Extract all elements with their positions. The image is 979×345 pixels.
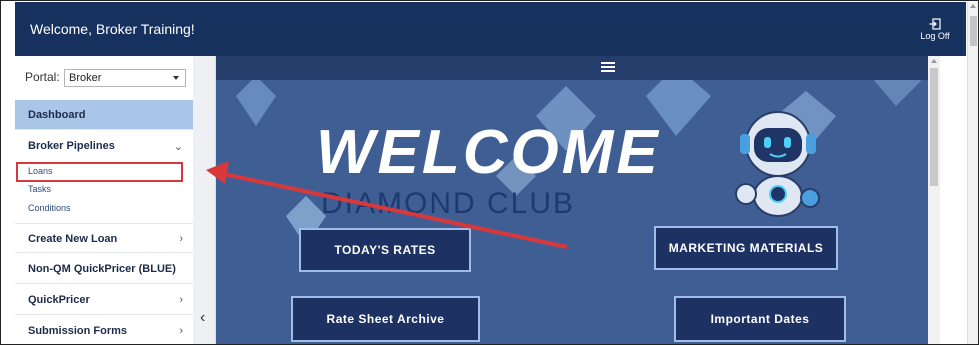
chevron-right-icon: ›: [179, 294, 183, 306]
rate-sheet-archive-button[interactable]: Rate Sheet Archive: [291, 296, 480, 342]
main-topbar: [216, 56, 928, 80]
content-scrollbar[interactable]: [928, 56, 940, 344]
sidebar-item-dashboard[interactable]: Dashboard: [15, 100, 193, 130]
sidebar-collapse-strip: ‹: [193, 56, 216, 344]
banner-subtitle: DIAMOND CLUB: [321, 187, 576, 220]
scrollbar-thumb[interactable]: [930, 68, 938, 186]
sidebar-item-label: Submission Forms: [28, 325, 128, 337]
chevron-right-icon: ›: [179, 325, 183, 337]
sidebar-item-nonqm-quickpricer[interactable]: Non-QM QuickPricer (BLUE): [15, 254, 193, 284]
sidebar-item-label: Dashboard: [28, 109, 86, 121]
portal-label: Portal:: [25, 70, 60, 84]
top-header: Welcome, Broker Training! Log Off: [15, 2, 966, 56]
important-dates-button[interactable]: Important Dates: [674, 296, 846, 342]
browser-frame: Welcome, Broker Training! Log Off Portal…: [0, 0, 979, 345]
sidebar-item-create-new-loan[interactable]: Create New Loan ›: [15, 223, 193, 253]
chevron-right-icon: ›: [179, 233, 183, 245]
highlight-box: [16, 162, 183, 182]
portal-row: Portal: Broker: [15, 56, 193, 101]
portal-select-value: Broker: [69, 72, 102, 84]
hamburger-menu-icon[interactable]: [601, 61, 615, 73]
logout-icon: [929, 18, 941, 30]
collapse-sidebar-icon[interactable]: ‹: [200, 309, 205, 327]
sidebar-item-submission-forms[interactable]: Submission Forms ›: [15, 316, 193, 344]
sidebar-item-label: QuickPricer: [28, 294, 90, 306]
todays-rates-button[interactable]: TODAY'S RATES: [299, 228, 471, 272]
sidebar-subitem-conditions[interactable]: Conditions: [28, 203, 71, 213]
main-content: WELCOME DIAMOND CLUB TODAY'S RATES MARKE…: [216, 56, 928, 344]
sidebar-subitem-tasks[interactable]: Tasks: [28, 184, 51, 194]
banner-welcome: WELCOME: [316, 118, 661, 187]
scroll-up-icon[interactable]: [970, 4, 976, 8]
logoff-button[interactable]: Log Off: [918, 18, 952, 41]
portal-select[interactable]: Broker: [64, 69, 186, 87]
window-scrollbar[interactable]: [967, 2, 978, 344]
sidebar-item-label: Non-QM QuickPricer (BLUE): [28, 263, 176, 275]
sidebar-item-label: Create New Loan: [28, 233, 118, 245]
welcome-message: Welcome, Broker Training!: [30, 21, 195, 37]
dropdown-caret-icon: [173, 76, 179, 80]
sidebar: Portal: Broker Dashboard Broker Pipeline…: [15, 56, 194, 344]
robot-mascot-icon: [735, 111, 820, 217]
sidebar-item-quickpricer[interactable]: QuickPricer ›: [15, 285, 193, 315]
scroll-up-icon[interactable]: [931, 59, 937, 63]
logoff-label: Log Off: [920, 31, 950, 41]
marketing-materials-button[interactable]: MARKETING MATERIALS: [654, 226, 838, 270]
sidebar-item-label: Broker Pipelines: [28, 140, 115, 152]
chevron-down-icon: ⌄: [173, 141, 183, 153]
sidebar-item-broker-pipelines[interactable]: Broker Pipelines ⌄: [15, 131, 193, 161]
scrollbar-thumb[interactable]: [970, 16, 977, 46]
